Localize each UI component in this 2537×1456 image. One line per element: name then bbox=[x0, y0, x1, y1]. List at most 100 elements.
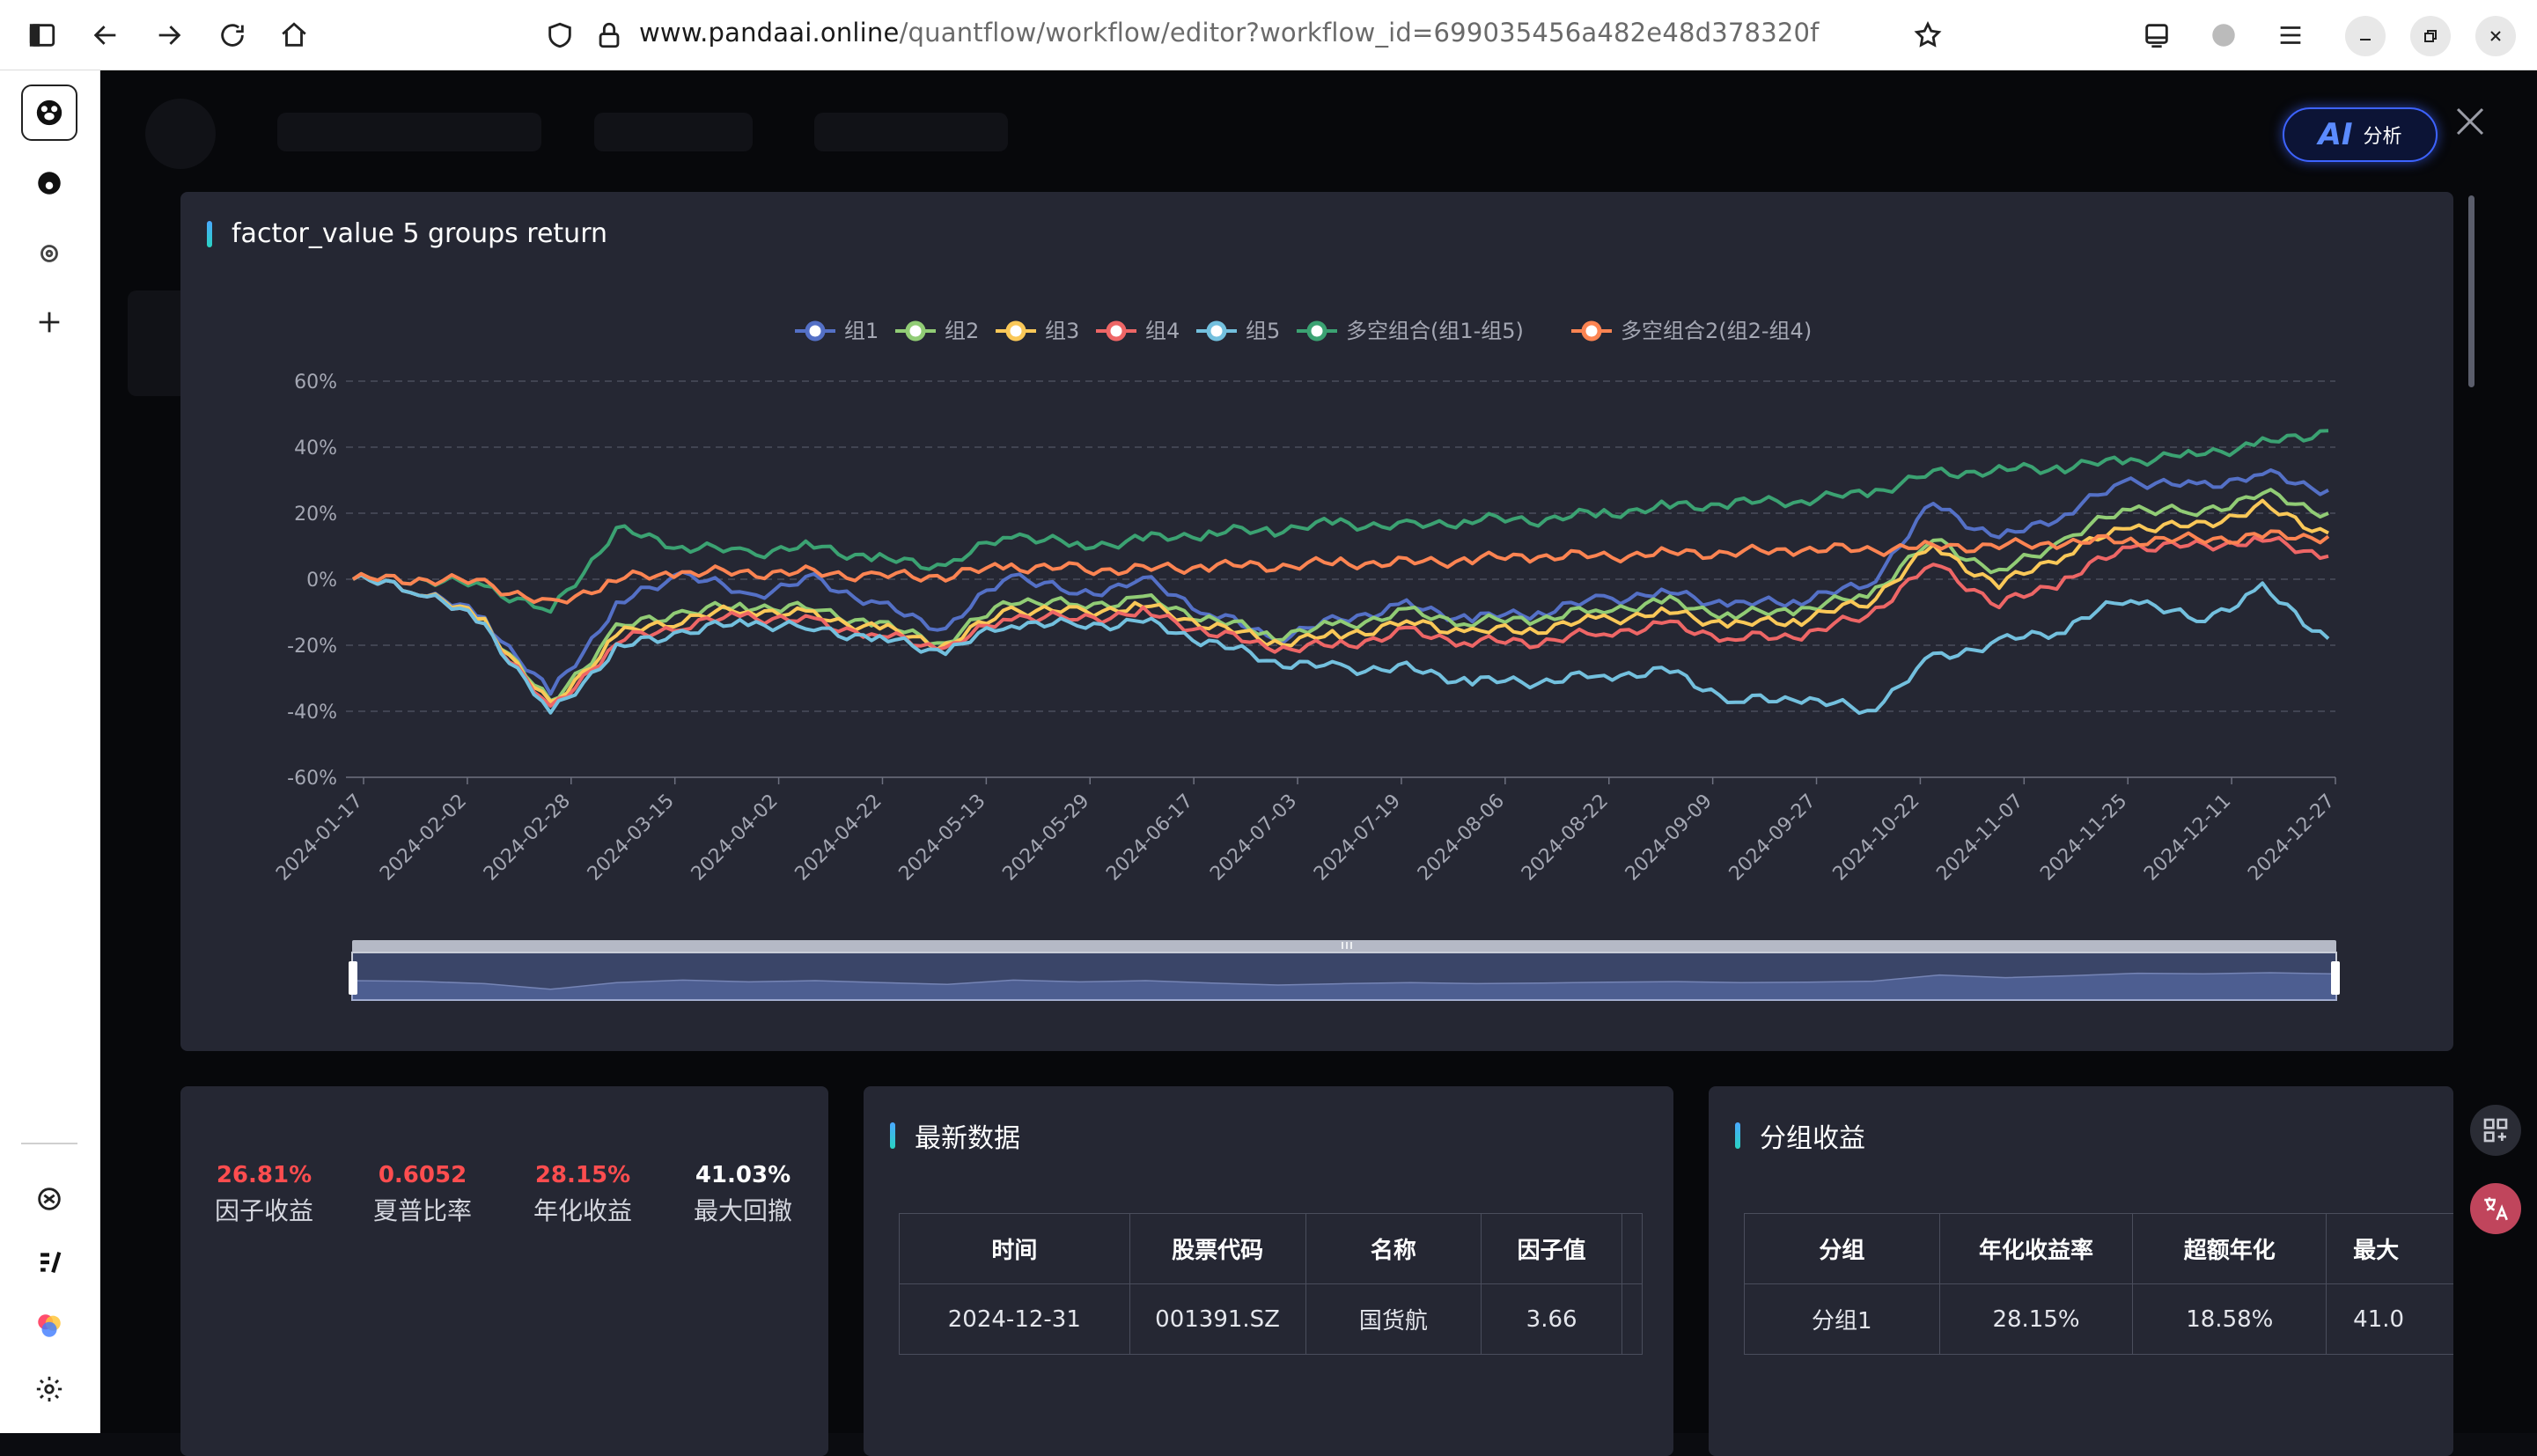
legend-swatch-dot bbox=[1581, 320, 1602, 342]
close-modal-icon[interactable] bbox=[2452, 104, 2488, 139]
title-accent bbox=[890, 1122, 895, 1149]
table-cell: 3.66 bbox=[1481, 1283, 1622, 1355]
legend-label: 组1 bbox=[844, 319, 879, 343]
reader-view-icon[interactable] bbox=[2137, 16, 2176, 55]
ai-analyze-label: 分析 bbox=[2363, 126, 2402, 148]
x-tick-label: 2024-04-22 bbox=[791, 791, 886, 886]
sidebar-toggle-icon[interactable] bbox=[23, 16, 62, 55]
table-row: 分组1 28.15% 18.58% 41.0 bbox=[1744, 1283, 2453, 1355]
table-row: 2024-12-31 001391.SZ 国货航 3.66 bbox=[899, 1283, 1643, 1355]
legend-swatch-dot bbox=[905, 320, 926, 342]
background-header-block bbox=[594, 113, 753, 151]
group-panel-title: 分组收益 bbox=[1735, 1116, 1865, 1155]
openai-icon[interactable] bbox=[21, 225, 77, 282]
stat-value: 26.81% bbox=[216, 1162, 313, 1188]
y-tick-label: -60% bbox=[287, 768, 337, 790]
group-table-scroll[interactable]: 分组 年化收益率 超额年化 最大 分组1 28.15% 18.58% 41.0 bbox=[1744, 1213, 2453, 1355]
restore-button[interactable] bbox=[2410, 16, 2451, 56]
stat-factor-return: 26.81% 因子收益 bbox=[198, 1162, 330, 1227]
ai-analyze-button[interactable]: AI 分析 bbox=[2283, 107, 2438, 162]
group-return-table: 分组 年化收益率 超额年化 最大 分组1 28.15% 18.58% 41.0 bbox=[1744, 1213, 2453, 1355]
column-header[interactable]: 因子值 bbox=[1481, 1213, 1622, 1284]
stat-label: 最大回撤 bbox=[693, 1196, 792, 1225]
column-header[interactable]: 分组 bbox=[1744, 1213, 1940, 1284]
bookmark-star-icon[interactable] bbox=[1908, 16, 1947, 55]
legend-label: 组2 bbox=[945, 319, 979, 343]
table-cell: 国货航 bbox=[1305, 1283, 1482, 1355]
column-header[interactable]: 超额年化 bbox=[2132, 1213, 2327, 1284]
column-spacer bbox=[1621, 1213, 1643, 1284]
x-tick-label: 2024-03-15 bbox=[584, 791, 679, 886]
x-tick-label: 2024-10-22 bbox=[1829, 791, 1924, 886]
table-cell: 2024-12-31 bbox=[899, 1283, 1130, 1355]
latest-title: 最新数据 bbox=[915, 1123, 1020, 1154]
zoom-handle-right bbox=[2331, 961, 2340, 995]
legend-label: 组3 bbox=[1045, 319, 1079, 343]
modal-scrollbar[interactable] bbox=[2468, 195, 2474, 387]
legend-swatch-dot bbox=[1306, 320, 1327, 342]
x-tick-label: 2024-07-19 bbox=[1310, 791, 1405, 886]
y-tick-label: 60% bbox=[294, 371, 337, 393]
x-tick-label: 2024-12-27 bbox=[2244, 791, 2339, 886]
minimize-button[interactable] bbox=[2345, 16, 2386, 56]
stat-value: 41.03% bbox=[695, 1162, 791, 1188]
background-header-block bbox=[277, 113, 541, 151]
stat-label: 夏普比率 bbox=[372, 1196, 472, 1225]
url-path: /quantflow/workflow/editor?workflow_id=6… bbox=[899, 18, 1820, 48]
settings-gear-icon[interactable] bbox=[21, 1361, 77, 1417]
zoom-slider-top-bar bbox=[352, 940, 2336, 952]
perplexity-icon[interactable] bbox=[21, 1234, 77, 1291]
translate-button[interactable] bbox=[2470, 1183, 2521, 1234]
background-header-block bbox=[814, 113, 1008, 151]
series-line bbox=[352, 498, 2329, 703]
add-icon[interactable] bbox=[21, 294, 77, 350]
shield-icon[interactable] bbox=[540, 16, 579, 55]
latest-data-table: 时间 股票代码 名称 因子值 2024-12-31 001391.SZ 国货航 … bbox=[899, 1213, 1643, 1355]
stat-label: 因子收益 bbox=[214, 1196, 313, 1225]
x-tick-label: 2024-02-02 bbox=[376, 791, 471, 886]
zoom-handle-left bbox=[349, 961, 357, 995]
table-cell: 28.15% bbox=[1938, 1283, 2134, 1355]
address-bar[interactable]: www.pandaai.online/quantflow/workflow/ed… bbox=[639, 18, 1820, 48]
forward-icon[interactable] bbox=[150, 16, 188, 55]
browser-toolbar: www.pandaai.online/quantflow/workflow/ed… bbox=[0, 0, 2537, 70]
column-header[interactable]: 年化收益率 bbox=[1938, 1213, 2134, 1284]
x-tick-label: 2024-09-27 bbox=[1725, 791, 1820, 886]
x-tick-label: 2024-08-06 bbox=[1414, 791, 1509, 886]
reload-icon[interactable] bbox=[213, 16, 252, 55]
group-title: 分组收益 bbox=[1760, 1123, 1865, 1154]
apps-grid-button[interactable] bbox=[2470, 1105, 2521, 1156]
stat-value: 0.6052 bbox=[378, 1162, 467, 1188]
column-header[interactable]: 最大 bbox=[2326, 1213, 2453, 1284]
panda-bot-icon[interactable] bbox=[21, 155, 77, 211]
column-header[interactable]: 时间 bbox=[899, 1213, 1130, 1284]
y-tick-label: 0% bbox=[306, 570, 337, 592]
color-app-icon[interactable] bbox=[21, 1298, 77, 1354]
legend-label: 多空组合2(组2-组4) bbox=[1621, 319, 1812, 343]
x-tick-label: 2024-07-03 bbox=[1206, 791, 1301, 886]
group-return-panel: 分组收益 分组 年化收益率 超额年化 最大 分组1 28.15% 18.58% … bbox=[1709, 1086, 2453, 1456]
x-tick-label: 2024-02-28 bbox=[480, 791, 575, 886]
legend-label: 组5 bbox=[1246, 319, 1280, 343]
column-header[interactable]: 名称 bbox=[1305, 1213, 1482, 1284]
legend-label: 组4 bbox=[1145, 319, 1180, 343]
extension-icon[interactable] bbox=[2204, 16, 2243, 55]
stat-max-drawdown: 41.03% 最大回撤 bbox=[677, 1162, 809, 1227]
menu-icon[interactable] bbox=[2271, 16, 2310, 55]
back-icon[interactable] bbox=[86, 16, 125, 55]
close-window-button[interactable] bbox=[2475, 16, 2516, 56]
series-line bbox=[352, 468, 2329, 696]
panda-app-icon[interactable] bbox=[21, 85, 77, 141]
column-header[interactable]: 股票代码 bbox=[1129, 1213, 1306, 1284]
chatgpt-icon[interactable] bbox=[21, 1171, 77, 1227]
legend-swatch-dot bbox=[805, 320, 826, 342]
browser-sidebar bbox=[0, 70, 100, 1433]
grid-icon bbox=[2483, 1118, 2508, 1143]
lock-icon bbox=[590, 16, 629, 55]
legend-swatch-dot bbox=[1005, 320, 1026, 342]
background-logo bbox=[145, 99, 216, 169]
x-tick-label: 2024-01-17 bbox=[272, 791, 367, 886]
x-tick-label: 2024-12-11 bbox=[2140, 791, 2235, 886]
home-icon[interactable] bbox=[275, 16, 313, 55]
table-cell bbox=[1621, 1283, 1643, 1355]
